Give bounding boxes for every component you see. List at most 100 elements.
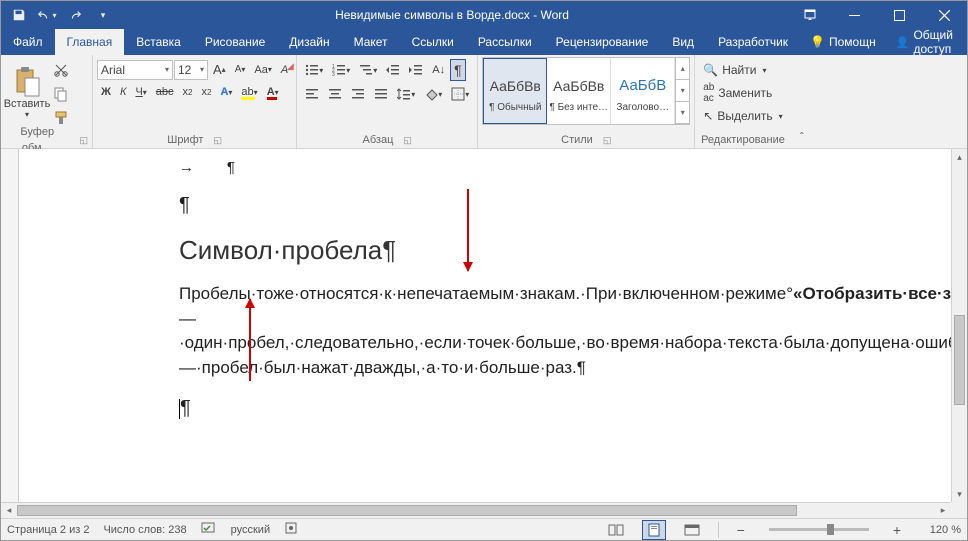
clear-formatting-button[interactable]: A◢ <box>277 61 292 79</box>
change-case-button[interactable]: Aa▾ <box>250 61 275 79</box>
view-read-mode[interactable] <box>604 520 628 540</box>
line-spacing-button[interactable]: ▾ <box>393 84 419 104</box>
increase-indent-button[interactable] <box>405 60 427 80</box>
scroll-v-thumb[interactable] <box>954 315 965 405</box>
bullets-button[interactable]: ▾ <box>301 60 327 80</box>
multilevel-list-button[interactable]: ▾ <box>355 60 381 80</box>
save-button[interactable] <box>5 1 33 29</box>
status-wordcount[interactable]: Число слов: 238 <box>103 524 186 536</box>
printlayout-icon <box>647 523 661 537</box>
font-name-picker[interactable]: Arial▾ <box>97 60 173 80</box>
tab-review[interactable]: Рецензирование <box>544 29 661 55</box>
status-page[interactable]: Страница 2 из 2 <box>7 524 89 536</box>
tab-references[interactable]: Ссылки <box>400 29 466 55</box>
status-macros[interactable] <box>284 521 300 538</box>
tab-line: → ¶ <box>179 159 921 176</box>
justify-button[interactable] <box>370 84 392 104</box>
decrease-indent-button[interactable] <box>382 60 404 80</box>
styles-expand[interactable]: ▾ <box>676 102 689 124</box>
tab-design[interactable]: Дизайн <box>277 29 341 55</box>
close-button[interactable] <box>922 1 967 29</box>
zoom-level[interactable]: 120 % <box>919 524 961 536</box>
italic-button[interactable]: К <box>116 83 130 101</box>
clipboard-launcher[interactable]: ◱ <box>79 132 88 148</box>
align-left-button[interactable] <box>301 84 323 104</box>
font-color-button[interactable]: A▾ <box>263 83 283 101</box>
ribbon-options-button[interactable] <box>787 1 832 29</box>
shading-button[interactable]: ▾ <box>420 84 446 104</box>
collapse-ribbon-button[interactable]: ˆ <box>791 55 813 148</box>
status-language[interactable]: русский <box>231 524 270 536</box>
show-hide-button[interactable]: ¶ <box>450 59 466 81</box>
paste-button[interactable]: Вставить ▾ <box>5 57 49 127</box>
align-right-button[interactable] <box>347 84 369 104</box>
sort-button[interactable]: A↓ <box>428 61 449 79</box>
styles-scroll-up[interactable]: ▴ <box>676 58 689 80</box>
document-viewport[interactable]: → ¶ ¶ Символ·пробела¶ Пробелы·тоже·относ… <box>19 149 951 502</box>
find-button[interactable]: 🔍Найти▾ <box>699 59 786 81</box>
minimize-button[interactable] <box>832 1 877 29</box>
scroll-h-thumb[interactable] <box>17 505 797 516</box>
zoom-slider-thumb[interactable] <box>827 524 834 535</box>
style-normal[interactable]: АаБбВв ¶ Обычный <box>483 58 547 124</box>
font-launcher[interactable]: ◱ <box>213 132 222 148</box>
scroll-down-button[interactable]: ▾ <box>952 486 967 502</box>
tab-file[interactable]: Файл <box>1 29 55 55</box>
underline-button[interactable]: Ч▾ <box>131 83 150 101</box>
select-button[interactable]: ↖Выделить▾ <box>699 105 786 127</box>
vertical-scrollbar[interactable]: ▴ ▾ <box>951 149 967 502</box>
subscript-button[interactable]: x2 <box>179 83 197 101</box>
zoom-in-button[interactable]: + <box>889 522 905 538</box>
scroll-right-button[interactable]: ▸ <box>935 503 951 518</box>
scroll-left-button[interactable]: ◂ <box>1 503 17 518</box>
zoom-slider[interactable] <box>769 528 869 531</box>
style-no-spacing[interactable]: АаБбВв ¶ Без инте… <box>547 58 611 124</box>
tab-layout[interactable]: Макет <box>342 29 400 55</box>
view-web-layout[interactable] <box>680 520 704 540</box>
scroll-up-button[interactable]: ▴ <box>952 149 967 165</box>
superscript-button[interactable]: x2 <box>198 83 216 101</box>
style-heading1[interactable]: АаБбВ Заголово… <box>611 58 675 124</box>
numbering-button[interactable]: 123▾ <box>328 60 354 80</box>
scroll-v-track[interactable] <box>952 165 967 486</box>
copy-button[interactable] <box>49 83 73 105</box>
spellcheck-icon <box>201 521 217 535</box>
horizontal-scrollbar[interactable]: ◂ ▸ <box>1 502 951 518</box>
tab-home[interactable]: Главная <box>55 29 125 55</box>
highlight-button[interactable]: ab▾ <box>237 83 261 101</box>
scroll-h-track[interactable] <box>17 503 935 518</box>
zoom-out-button[interactable]: − <box>733 522 749 538</box>
bold-button[interactable]: Ж <box>97 83 115 101</box>
group-paragraph: ▾ 123▾ ▾ A↓ ¶ ▾ ▾ ▾ А <box>297 55 478 148</box>
strikethrough-button[interactable]: abc <box>152 83 178 101</box>
status-spellcheck[interactable] <box>201 521 217 538</box>
grow-font-button[interactable]: A▴ <box>209 59 230 80</box>
share-icon: 👤 <box>896 36 910 49</box>
maximize-button[interactable] <box>877 1 922 29</box>
macro-icon <box>284 521 300 535</box>
tab-mailings[interactable]: Рассылки <box>466 29 544 55</box>
styles-launcher[interactable]: ◱ <box>603 132 612 148</box>
page[interactable]: → ¶ ¶ Символ·пробела¶ Пробелы·тоже·относ… <box>19 149 951 430</box>
styles-scroll-down[interactable]: ▾ <box>676 80 689 102</box>
tab-draw[interactable]: Рисование <box>193 29 277 55</box>
tab-insert[interactable]: Вставка <box>124 29 193 55</box>
scroll-corner <box>951 502 967 518</box>
tell-me-search[interactable]: 💡Помощн <box>800 29 886 55</box>
view-print-layout[interactable] <box>642 520 666 540</box>
paragraph-launcher[interactable]: ◱ <box>403 132 412 148</box>
text-effects-button[interactable]: A▾ <box>216 83 236 101</box>
share-button[interactable]: 👤Общий доступ <box>886 29 967 55</box>
qat-customize-button[interactable]: ▾ <box>89 1 117 29</box>
tab-developer[interactable]: Разработчик <box>706 29 800 55</box>
replace-button[interactable]: abacЗаменить <box>699 82 786 104</box>
align-center-button[interactable] <box>324 84 346 104</box>
shrink-font-button[interactable]: A▾ <box>231 61 250 78</box>
undo-button[interactable]: ▾ <box>33 1 61 29</box>
redo-button[interactable] <box>61 1 89 29</box>
vertical-ruler[interactable] <box>1 149 19 502</box>
tab-view[interactable]: Вид <box>660 29 706 55</box>
borders-button[interactable]: ▾ <box>447 84 473 104</box>
cut-button[interactable] <box>49 59 73 81</box>
font-size-picker[interactable]: 12▾ <box>174 60 208 80</box>
